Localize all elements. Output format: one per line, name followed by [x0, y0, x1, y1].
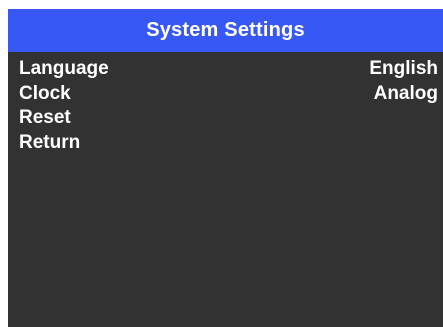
menu-item-label: Return	[19, 131, 81, 153]
menu-item-label: Language	[19, 58, 109, 80]
settings-screen: System Settings Language English Clock A…	[8, 9, 443, 327]
menu-item-value: Analog	[373, 82, 438, 104]
menu-item-clock[interactable]: Clock Analog	[8, 82, 443, 107]
menu-item-label: Reset	[19, 107, 71, 129]
menu-item-return[interactable]: Return	[8, 131, 443, 156]
menu-item-language[interactable]: Language English	[8, 57, 443, 82]
menu-item-label: Clock	[19, 82, 71, 104]
settings-menu: Language English Clock Analog Reset Retu…	[8, 52, 443, 155]
title-bar: System Settings	[8, 9, 443, 52]
menu-item-reset[interactable]: Reset	[8, 106, 443, 131]
screen-title: System Settings	[146, 19, 305, 41]
menu-item-value: English	[369, 58, 438, 80]
